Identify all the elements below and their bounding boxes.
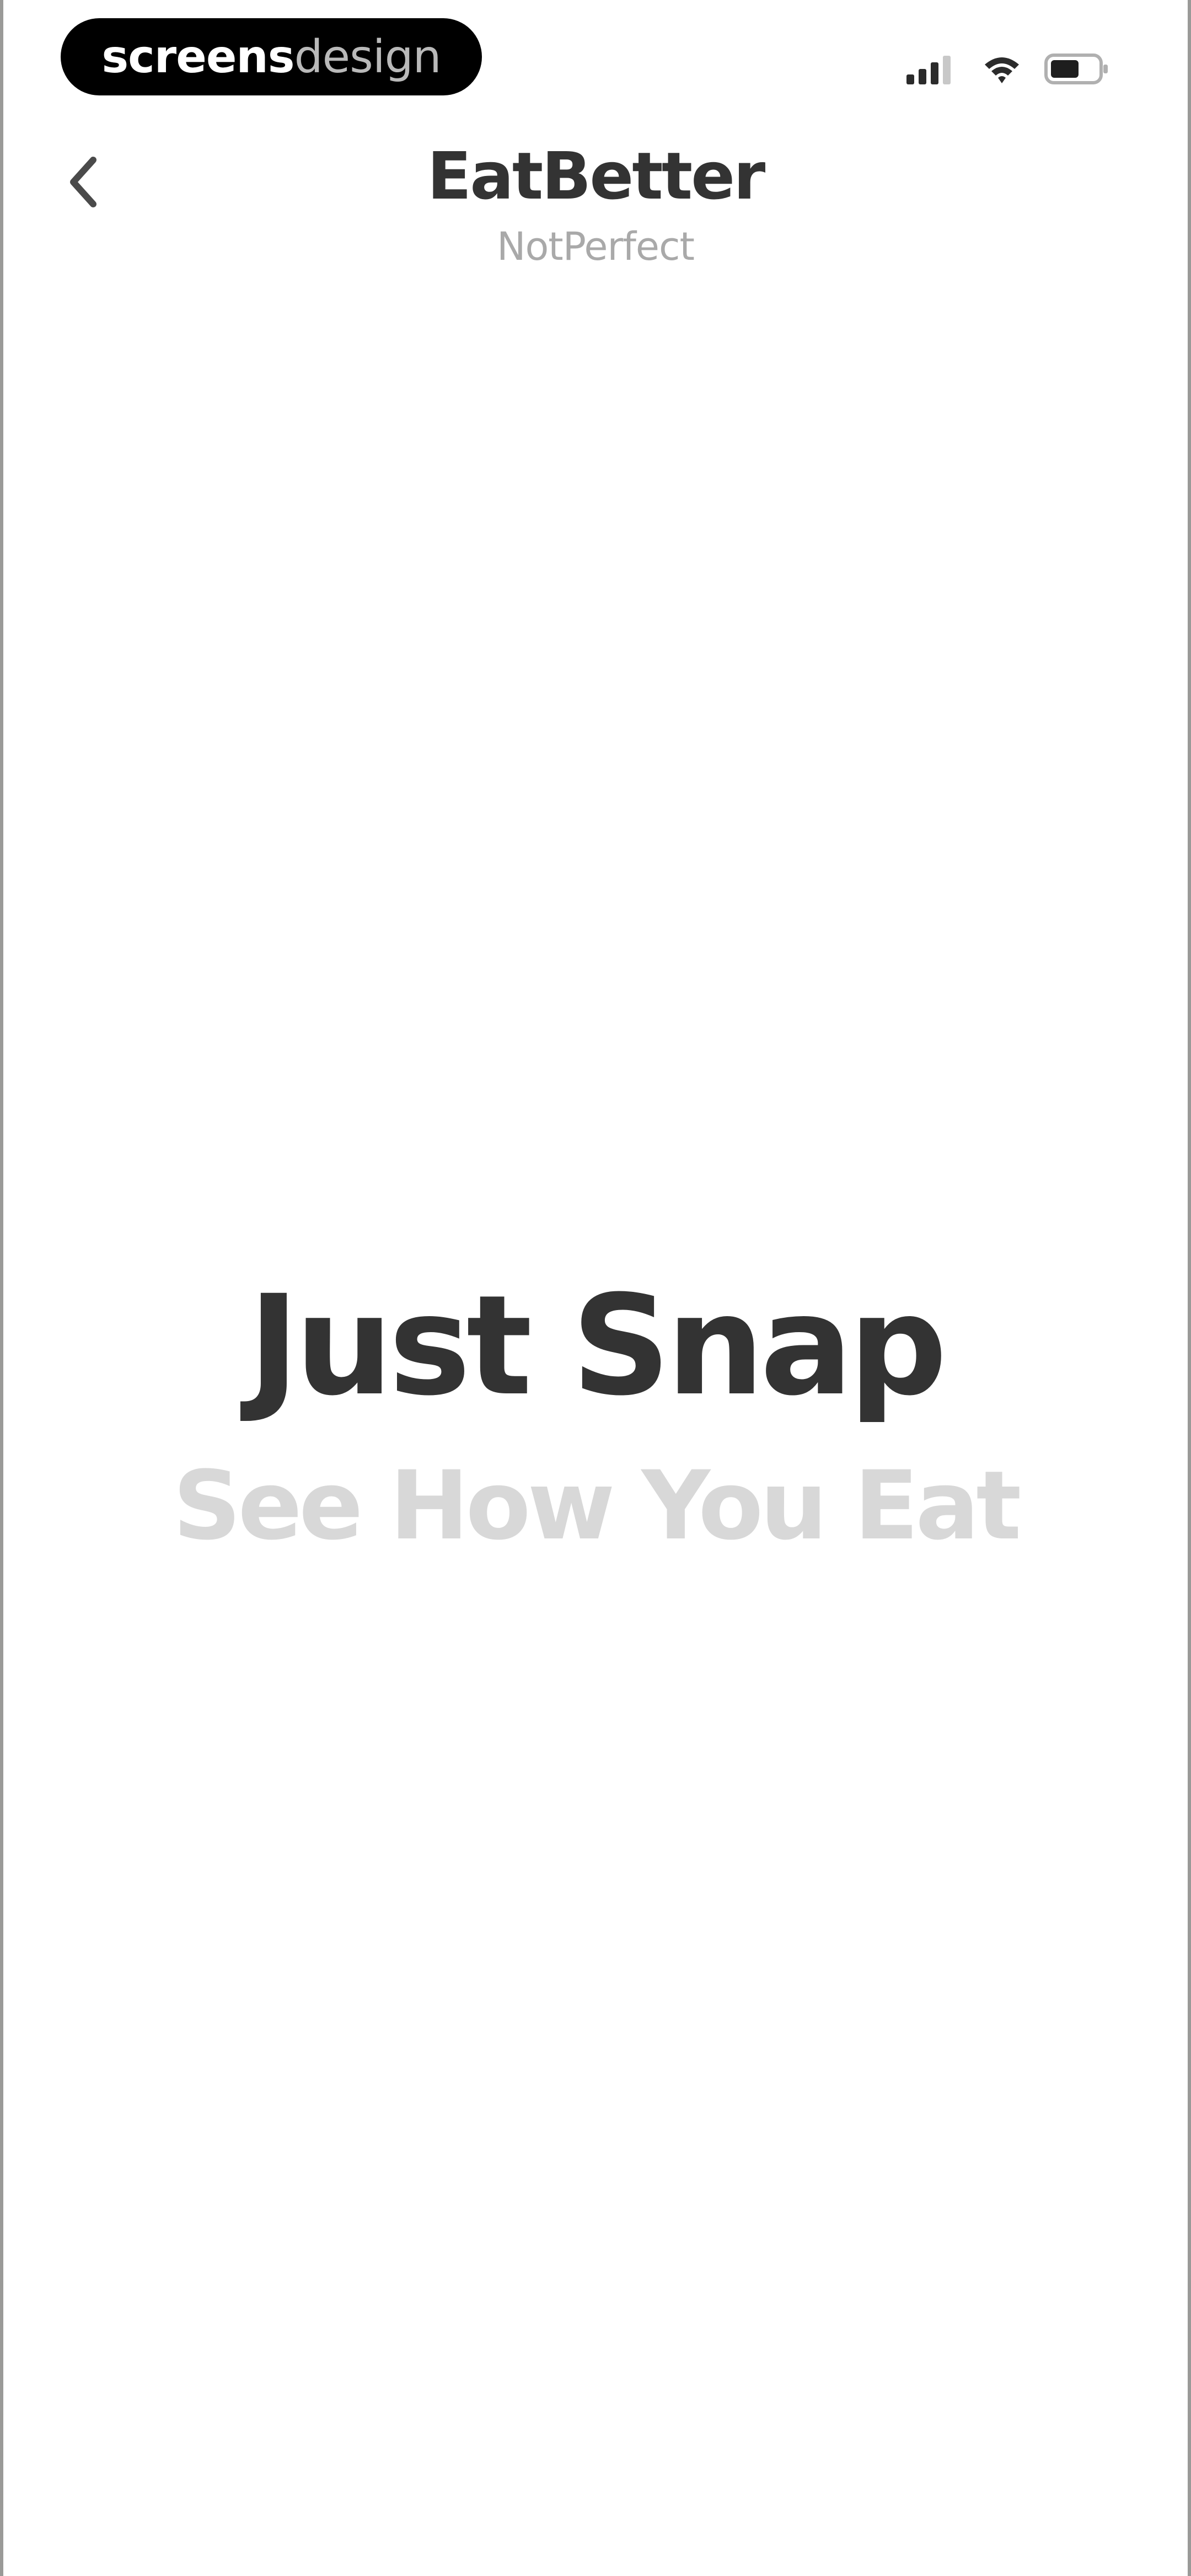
hero-section: Just Snap See How You Eat bbox=[3, 1263, 1188, 1567]
navigation-header: EatBetter NotPerfect bbox=[3, 121, 1188, 298]
cellular-signal-icon bbox=[906, 56, 951, 84]
brand-text-light: design bbox=[294, 30, 442, 83]
brand-text-bold: screens bbox=[101, 30, 294, 83]
hero-subtitle: See How You Eat bbox=[173, 1450, 1022, 1561]
brand-badge: screens design bbox=[61, 18, 482, 95]
app-title: EatBetter bbox=[427, 138, 766, 214]
app-screen: screens design EatBetter NotPerfect Just… bbox=[0, 0, 1191, 2576]
battery-icon bbox=[1044, 54, 1108, 84]
wifi-icon bbox=[985, 57, 1019, 83]
hero-title: Just Snap bbox=[248, 1265, 947, 1426]
app-subtitle: NotPerfect bbox=[497, 224, 695, 269]
status-bar: screens design bbox=[3, 0, 1188, 121]
status-icons bbox=[906, 50, 1110, 88]
